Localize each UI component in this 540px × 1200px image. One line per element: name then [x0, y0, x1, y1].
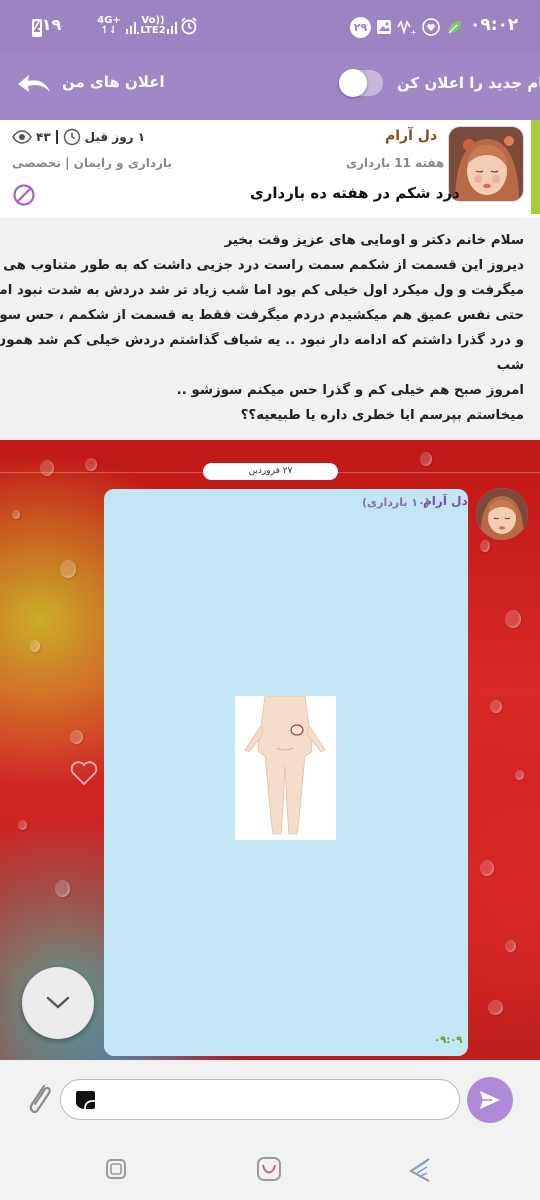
status-time: ۰۹:۰۲: [470, 15, 519, 35]
emoji-icon[interactable]: [73, 1089, 97, 1115]
post-meta: ۴۳ ۱ روز قبل: [12, 128, 145, 146]
signal-2-icon: [166, 17, 180, 39]
recent-apps-icon[interactable]: [104, 1157, 128, 1185]
notify-toggle[interactable]: [339, 69, 383, 97]
post-line: دیروز این قسمت از شکمم سمت راست درد جزیی…: [3, 258, 524, 273]
heart-icon[interactable]: [70, 760, 98, 790]
post-category: بارداری و زایمان | تخصصی: [12, 156, 172, 170]
sender-avatar[interactable]: [476, 488, 528, 540]
svg-text:+: +: [410, 28, 416, 36]
battery-icon: [32, 19, 42, 37]
clock-icon: [63, 128, 80, 146]
post-line: شب: [496, 358, 524, 373]
attach-icon[interactable]: [24, 1080, 54, 1122]
message-image[interactable]: [235, 695, 336, 840]
heart-app-icon: [421, 17, 441, 37]
post-text: سلام خانم دکتر و اومایی های عزیز وقت بخی…: [0, 228, 524, 428]
system-nav-bar: [0, 1134, 540, 1200]
status-bar: ۰۹:۰۲ + ۲۹ ٪۱۹ 4G+ ↿⇃ Vo)) LTE2: [0, 0, 540, 54]
top-bar: اعلان های من پیام جدید را اعلان کن: [0, 54, 540, 120]
alarm-icon: [180, 16, 198, 40]
notification-badge: ۲۹: [350, 17, 371, 38]
back-nav-icon[interactable]: [405, 1155, 433, 1187]
post-line: میخاستم بپرسم ایا خطری داره یا طبیعیه؟؟: [240, 408, 524, 423]
notify-toggle-label: پیام جدید را اعلان کن: [397, 74, 540, 92]
time-ago: ۱ روز قبل: [84, 130, 146, 144]
post-line: امروز صبح هم خیلی کم و گذرا حس میکنم سوز…: [176, 383, 524, 398]
leaf-app-icon: [445, 17, 465, 37]
send-button[interactable]: [467, 1077, 513, 1123]
network-type: 4G+ ↿⇃: [97, 15, 121, 36]
scroll-down-button[interactable]: [22, 967, 94, 1039]
send-icon: [480, 1091, 500, 1109]
pregnancy-week: هفته 11 بارداری: [346, 156, 445, 170]
page-title: اعلان های من: [62, 73, 165, 91]
gallery-icon: [374, 17, 394, 37]
message-input[interactable]: [60, 1079, 460, 1120]
volte-indicator: Vo)) LTE2: [140, 15, 166, 36]
toggle-knob: [339, 69, 367, 97]
date-pill: ۲۷ فروردین: [203, 463, 338, 480]
post-title: درد شکم در هفته ده بارداری: [250, 184, 460, 202]
message-time: ۰۹:۰۹: [434, 1035, 463, 1046]
post-line: سلام خانم دکتر و اومایی های عزیز وقت بخی…: [224, 233, 524, 248]
signal-icon: [125, 17, 139, 39]
chevron-down-icon: [46, 996, 70, 1009]
meta-divider: [55, 130, 58, 144]
message-sender-note: (۱۰ بارداری): [362, 496, 430, 509]
home-icon[interactable]: [255, 1155, 283, 1187]
view-count: ۴۳: [36, 130, 51, 144]
back-icon[interactable]: [16, 72, 56, 98]
accent-stripe: [531, 120, 540, 214]
wifi-call-icon: +: [396, 17, 416, 37]
post-line: حتی نفس عمیق هم میکشیدم دردم میگرفت فقط …: [0, 308, 524, 323]
post-author[interactable]: دل آرام: [385, 128, 437, 144]
report-icon[interactable]: [12, 183, 36, 211]
post-line: و درد گذرا داشتم که ادامه دار نبود .. یه…: [0, 333, 524, 348]
eye-icon: [12, 130, 32, 144]
post-line: میگرفت و ول میکرد اول خیلی کم بود اما شب…: [0, 283, 524, 298]
